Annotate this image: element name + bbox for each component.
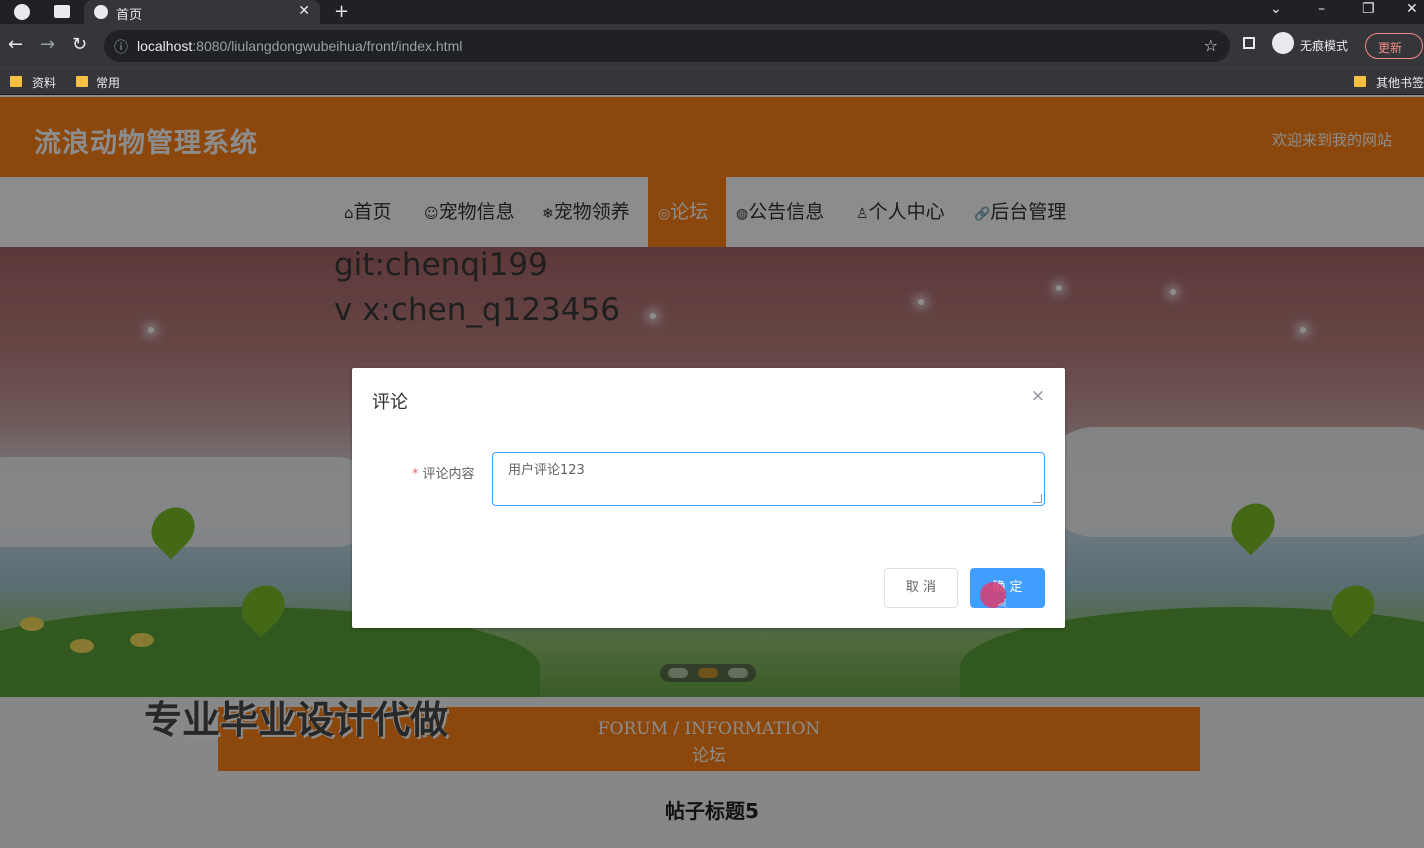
required-mark: * bbox=[412, 467, 419, 482]
minimize-icon[interactable]: – bbox=[1318, 1, 1325, 17]
dialog-title: 评论 bbox=[372, 392, 408, 413]
site-info-icon[interactable]: ⓘ bbox=[114, 37, 128, 57]
browser-menu-icon[interactable] bbox=[14, 4, 30, 20]
url-host: localhost bbox=[137, 38, 193, 54]
label-text: 评论内容 bbox=[422, 467, 475, 482]
url-path: :8080/liulangdongwubeihua/front/index.ht… bbox=[192, 38, 463, 54]
folder-icon bbox=[10, 76, 22, 87]
close-window-icon[interactable]: ✕ bbox=[1406, 1, 1418, 17]
update-button[interactable]: 更新 bbox=[1365, 33, 1423, 59]
forward-icon[interactable]: → bbox=[40, 34, 55, 55]
incognito-label: 无痕模式 bbox=[1300, 39, 1349, 53]
browser-toolbar: ← → ↻ ⓘ localhost:8080/liulangdongwubeih… bbox=[0, 24, 1424, 68]
globe-icon bbox=[94, 5, 108, 19]
new-tab-button[interactable]: + bbox=[334, 1, 349, 22]
resize-handle[interactable] bbox=[1033, 494, 1042, 503]
bookmark-item-1[interactable]: 常用 bbox=[96, 74, 120, 91]
comment-textarea[interactable]: 用户评论123 bbox=[492, 452, 1045, 506]
bookmark-star-icon[interactable]: ☆ bbox=[1204, 36, 1218, 55]
tab-title: 首页 bbox=[116, 7, 143, 22]
back-icon[interactable]: ← bbox=[8, 34, 23, 55]
reload-icon[interactable]: ↻ bbox=[72, 34, 87, 55]
bookmark-item-0[interactable]: 资料 bbox=[32, 74, 56, 91]
page-content: 流浪动物管理系统 欢迎来到我的网站 ⌂首页 ☺宠物信息 ❄宠物领养 ◎论坛 ◍公… bbox=[0, 94, 1424, 848]
restore-icon[interactable]: ❐ bbox=[1362, 1, 1375, 17]
browser-tab-active[interactable]: 首页 ✕ bbox=[84, 0, 320, 24]
cancel-button[interactable]: 取 消 bbox=[884, 568, 958, 608]
textarea-value: 用户评论123 bbox=[508, 463, 585, 478]
folder-icon bbox=[76, 76, 88, 87]
address-bar[interactable]: ⓘ localhost:8080/liulangdongwubeihua/fro… bbox=[104, 30, 1230, 62]
folder-icon bbox=[1354, 76, 1366, 87]
browser-tabstrip: 首页 ✕ + ⌄ – ❐ ✕ bbox=[0, 0, 1424, 24]
hand-cursor-icon: ☝ bbox=[997, 596, 1008, 617]
other-bookmarks[interactable]: 其他书签 bbox=[1376, 74, 1424, 91]
side-panel-icon[interactable] bbox=[1243, 37, 1255, 49]
bookmarks-bar: 资料 常用 其他书签 bbox=[0, 68, 1424, 95]
close-icon[interactable]: × bbox=[1031, 386, 1045, 406]
close-tab-icon[interactable]: ✕ bbox=[298, 3, 310, 19]
url-text: localhost:8080/liulangdongwubeihua/front… bbox=[137, 38, 462, 54]
comment-field-label: * 评论内容 bbox=[412, 463, 475, 482]
incognito-icon[interactable] bbox=[1272, 32, 1294, 54]
tab-search-icon[interactable] bbox=[54, 5, 70, 18]
tab-list-icon[interactable]: ⌄ bbox=[1270, 1, 1282, 17]
comment-dialog: 评论 × * 评论内容 用户评论123 取 消 确 定 ☝ bbox=[352, 368, 1065, 628]
